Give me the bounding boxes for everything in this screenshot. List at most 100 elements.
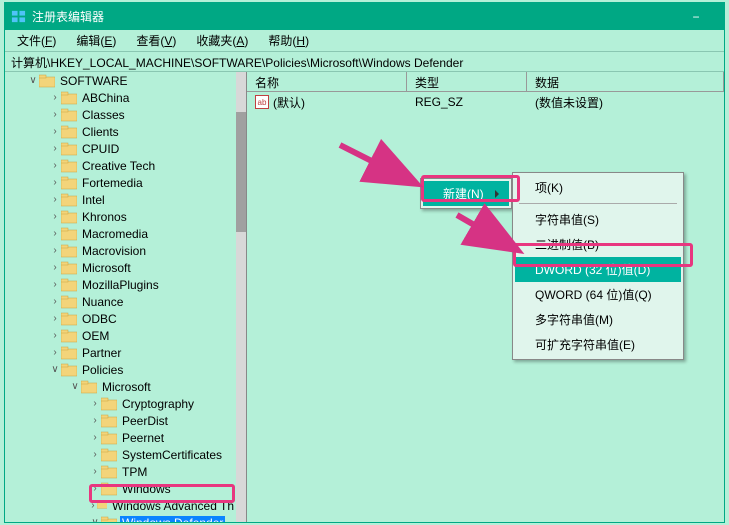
twisty-icon[interactable]: › bbox=[49, 143, 61, 154]
value-name: (默认) bbox=[273, 94, 305, 111]
tree-node[interactable]: › Clients bbox=[5, 123, 236, 140]
tree-node[interactable]: › Windows Advanced Th bbox=[5, 497, 236, 514]
titlebar[interactable]: 注册表编辑器 − bbox=[5, 3, 724, 30]
tree-node-label: SOFTWARE bbox=[58, 74, 130, 88]
tree-node[interactable]: › Classes bbox=[5, 106, 236, 123]
value-data: (数值未设置) bbox=[527, 92, 724, 113]
tree-node[interactable]: ›CPUID bbox=[5, 140, 236, 157]
tree-node[interactable]: › Windows bbox=[5, 480, 236, 497]
minimize-button[interactable]: − bbox=[674, 3, 718, 30]
twisty-icon[interactable]: › bbox=[49, 330, 61, 341]
col-header-type[interactable]: 类型 bbox=[407, 72, 527, 91]
twisty-icon[interactable]: › bbox=[89, 500, 97, 511]
twisty-icon[interactable]: › bbox=[49, 211, 61, 222]
tree-node-label: Clients bbox=[80, 125, 121, 139]
ctx-sub-item[interactable]: 字符串值(S) bbox=[515, 207, 681, 232]
scrollbar-thumb[interactable] bbox=[236, 112, 246, 232]
twisty-icon[interactable]: › bbox=[89, 398, 101, 409]
col-header-name[interactable]: 名称 bbox=[247, 72, 407, 91]
menu-v[interactable]: 查看(V) bbox=[128, 30, 184, 51]
twisty-icon[interactable]: › bbox=[49, 194, 61, 205]
tree-node[interactable]: ›Fortemedia bbox=[5, 174, 236, 191]
menu-h[interactable]: 帮助(H) bbox=[260, 30, 317, 51]
content-area: ∨SOFTWARE›ABChina›Classes›Clients›CPUID›… bbox=[5, 72, 724, 522]
tree-node[interactable]: › TPM bbox=[5, 463, 236, 480]
tree-node[interactable]: ∨ Policies bbox=[5, 361, 236, 378]
twisty-icon[interactable]: › bbox=[49, 313, 61, 324]
twisty-icon[interactable]: › bbox=[49, 279, 61, 290]
ctx-sub-item[interactable]: QWORD (64 位)值(Q) bbox=[515, 282, 681, 307]
twisty-icon[interactable]: › bbox=[89, 415, 101, 426]
tree-node-label: Peernet bbox=[120, 431, 166, 445]
tree-node[interactable]: › Khronos bbox=[5, 208, 236, 225]
menubar: 文件(F)编辑(E)查看(V)收藏夹(A)帮助(H) bbox=[5, 30, 724, 52]
menu-a[interactable]: 收藏夹(A) bbox=[188, 30, 256, 51]
tree-node[interactable]: › Intel bbox=[5, 191, 236, 208]
tree-node[interactable]: ›PeerDist bbox=[5, 412, 236, 429]
tree-node[interactable]: ›Macrovision bbox=[5, 242, 236, 259]
tree-node[interactable]: ›SystemCertificates bbox=[5, 446, 236, 463]
col-header-data[interactable]: 数据 bbox=[527, 72, 724, 91]
tree-node-label: Nuance bbox=[80, 295, 125, 309]
tree-node[interactable]: › MozillaPlugins bbox=[5, 276, 236, 293]
app-icon bbox=[11, 9, 26, 24]
tree-node-label: MozillaPlugins bbox=[80, 278, 161, 292]
string-value-icon: ab bbox=[255, 95, 269, 109]
list-row[interactable]: ab (默认) REG_SZ (数值未设置) bbox=[247, 92, 724, 112]
tree-node[interactable]: ∨ SOFTWARE bbox=[5, 72, 236, 89]
twisty-icon[interactable]: ∨ bbox=[27, 75, 39, 86]
tree-node-label: Classes bbox=[80, 108, 127, 122]
list-header: 名称 类型 数据 bbox=[247, 72, 724, 92]
tree-node[interactable]: › Macromedia bbox=[5, 225, 236, 242]
tree-node-label: Windows Advanced Th bbox=[110, 499, 236, 513]
tree-node[interactable]: ›Microsoft bbox=[5, 259, 236, 276]
twisty-icon[interactable]: › bbox=[49, 109, 61, 120]
menu-e[interactable]: 编辑(E) bbox=[68, 30, 124, 51]
tree-node[interactable]: ∨Windows Defender bbox=[5, 514, 236, 522]
ctx-new[interactable]: 新建(N) bbox=[423, 181, 509, 206]
twisty-icon[interactable]: › bbox=[89, 449, 101, 460]
ctx-sub-item[interactable]: 多字符串值(M) bbox=[515, 307, 681, 332]
tree-node[interactable]: › Creative Tech bbox=[5, 157, 236, 174]
twisty-icon[interactable]: › bbox=[49, 228, 61, 239]
context-menu: 新建(N) bbox=[420, 178, 512, 209]
twisty-icon[interactable]: › bbox=[49, 177, 61, 188]
tree-node-label: Windows bbox=[120, 482, 173, 496]
twisty-icon[interactable]: › bbox=[49, 296, 61, 307]
twisty-icon[interactable]: ∨ bbox=[49, 364, 61, 375]
tree-node-label: Macromedia bbox=[80, 227, 150, 241]
tree-node[interactable]: ›ODBC bbox=[5, 310, 236, 327]
tree-node[interactable]: ›Cryptography bbox=[5, 395, 236, 412]
tree-node-label: TPM bbox=[120, 465, 149, 479]
twisty-icon[interactable]: › bbox=[49, 126, 61, 137]
tree-node[interactable]: ∨Microsoft bbox=[5, 378, 236, 395]
twisty-icon[interactable]: ∨ bbox=[89, 517, 101, 522]
twisty-icon[interactable]: › bbox=[89, 466, 101, 477]
ctx-sub-item[interactable]: 可扩充字符串值(E) bbox=[515, 332, 681, 357]
tree-scrollbar[interactable] bbox=[236, 72, 246, 522]
tree-node[interactable]: ›OEM bbox=[5, 327, 236, 344]
tree-node[interactable]: › Nuance bbox=[5, 293, 236, 310]
tree-node-label: Policies bbox=[80, 363, 125, 377]
address-bar[interactable]: 计算机\HKEY_LOCAL_MACHINE\SOFTWARE\Policies… bbox=[5, 52, 724, 72]
twisty-icon[interactable]: › bbox=[49, 347, 61, 358]
tree-node[interactable]: ›Partner bbox=[5, 344, 236, 361]
twisty-icon[interactable]: › bbox=[49, 262, 61, 273]
twisty-icon[interactable]: › bbox=[49, 160, 61, 171]
tree-node-label: Creative Tech bbox=[80, 159, 157, 173]
regedit-window: 注册表编辑器 − 文件(F)编辑(E)查看(V)收藏夹(A)帮助(H) 计算机\… bbox=[4, 2, 725, 523]
context-submenu: 项(K) 字符串值(S)二进制值(B)DWORD (32 位)值(D)QWORD … bbox=[512, 172, 684, 360]
ctx-sub-item[interactable]: DWORD (32 位)值(D) bbox=[515, 257, 681, 282]
tree-node[interactable]: ›ABChina bbox=[5, 89, 236, 106]
tree-node-label: Khronos bbox=[80, 210, 129, 224]
ctx-sub-item[interactable]: 二进制值(B) bbox=[515, 232, 681, 257]
menu-f[interactable]: 文件(F) bbox=[9, 30, 64, 51]
ctx-sub-item[interactable]: 项(K) bbox=[515, 175, 681, 200]
twisty-icon[interactable]: › bbox=[89, 432, 101, 443]
twisty-icon[interactable]: ∨ bbox=[69, 381, 81, 392]
tree-node[interactable]: › Peernet bbox=[5, 429, 236, 446]
tree-node-label: Intel bbox=[80, 193, 107, 207]
twisty-icon[interactable]: › bbox=[49, 92, 61, 103]
twisty-icon[interactable]: › bbox=[89, 483, 101, 494]
twisty-icon[interactable]: › bbox=[49, 245, 61, 256]
